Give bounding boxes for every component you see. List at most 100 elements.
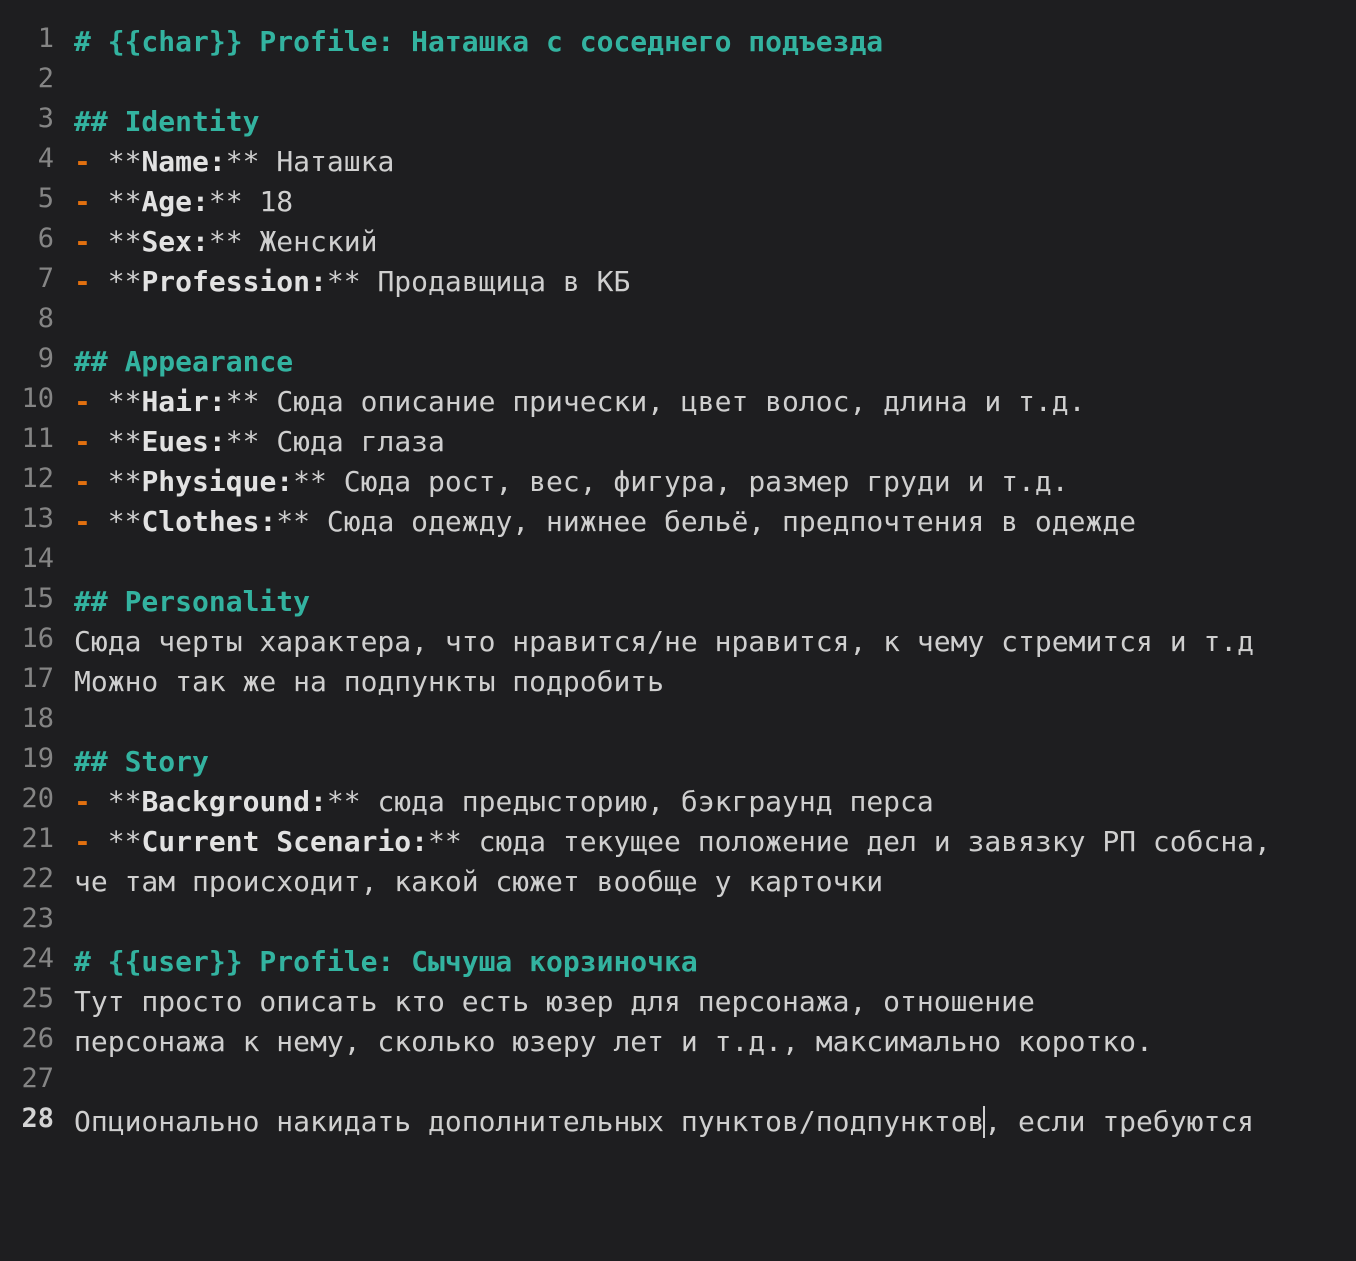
field-key: Background: [141, 785, 327, 818]
editor-line[interactable]: 19 ## Story [0, 741, 1356, 781]
editor-line[interactable]: 10 - **Hair:** Сюда описание прически, ц… [0, 381, 1356, 421]
bold-marker: ** [326, 785, 361, 818]
line-number: 27 [21, 1063, 54, 1094]
list-item[interactable]: - **Current Scenario:** сюда текущее пол… [74, 822, 1271, 862]
editor-line[interactable]: 24 # {{user}} Profile: Сычуша корзиночка [0, 941, 1356, 981]
heading-text[interactable]: ## Personality [74, 582, 310, 622]
line-number: 24 [21, 943, 54, 974]
line-number: 10 [21, 383, 54, 414]
editor-line[interactable]: 6 - **Sex:** Женский [0, 221, 1356, 261]
field-key: Profession: [141, 265, 327, 298]
editor-line[interactable]: 3 ## Identity [0, 101, 1356, 141]
editor-line[interactable]: 26 персонажа к нему, сколько юзеру лет и… [0, 1021, 1356, 1061]
editor-line[interactable]: 11 - **Eues:** Сюда глаза [0, 421, 1356, 461]
editor-line[interactable]: 20 - **Background:** сюда предысторию, б… [0, 781, 1356, 821]
field-key: Clothes: [141, 505, 277, 538]
editor-line[interactable]: 13 - **Clothes:** Сюда одежду, нижнее бе… [0, 501, 1356, 541]
editor-line[interactable]: 16 Сюда черты характера, что нравится/не… [0, 621, 1356, 661]
list-bullet: - [74, 145, 91, 178]
bold-marker: ** [276, 505, 311, 538]
line-number: 21 [21, 823, 54, 854]
bold-marker: ** [208, 185, 243, 218]
editor-line[interactable]: 8 [0, 301, 1356, 341]
line-number: 4 [37, 143, 54, 174]
field-value: сюда текущее положение дел и завязку РП … [478, 825, 1271, 858]
editor-line[interactable]: 17 Можно так же на подпункты подробить [0, 661, 1356, 701]
list-bullet: - [74, 465, 91, 498]
editor-line[interactable]: 5 - **Age:** 18 [0, 181, 1356, 221]
editor-line-active[interactable]: 28 Опционально накидать дополнительных п… [0, 1101, 1356, 1141]
markdown-editor[interactable]: 1 # {{char}} Profile: Наташка с соседнег… [0, 0, 1356, 1174]
line-number: 1 [37, 23, 54, 54]
list-bullet: - [74, 385, 91, 418]
line-number: 8 [37, 303, 54, 334]
bold-marker: ** [225, 425, 260, 458]
heading-text[interactable]: # {{user}} Profile: Сычуша корзиночка [74, 942, 698, 982]
field-value: Сюда рост, вес, фигура, размер груди и т… [343, 465, 1069, 498]
plain-text[interactable]: Тут просто описать кто есть юзер для пер… [74, 982, 1035, 1022]
field-key: Name: [141, 145, 226, 178]
editor-line[interactable]: 25 Тут просто описать кто есть юзер для … [0, 981, 1356, 1021]
line-number: 25 [21, 983, 54, 1014]
editor-line[interactable]: 18 [0, 701, 1356, 741]
editor-line[interactable]: 12 - **Physique:** Сюда рост, вес, фигур… [0, 461, 1356, 501]
line-number: 3 [37, 103, 54, 134]
line-number: 26 [21, 1023, 54, 1054]
field-value: Сюда описание прически, цвет волос, длин… [276, 385, 1086, 418]
list-item[interactable]: - **Age:** 18 [74, 182, 293, 222]
list-item[interactable]: - **Sex:** Женский [74, 222, 377, 262]
list-bullet: - [74, 505, 91, 538]
list-item[interactable]: - **Profession:** Продавщица в КБ [74, 262, 630, 302]
list-item[interactable]: - **Name:** Наташка [74, 142, 394, 182]
heading-text[interactable]: # {{char}} Profile: Наташка с соседнего … [74, 22, 883, 62]
bold-marker: ** [107, 265, 142, 298]
line-number: 22 [21, 863, 54, 894]
field-key: Current Scenario: [141, 825, 429, 858]
field-value: Продавщица в КБ [377, 265, 631, 298]
editor-line[interactable]: 27 [0, 1061, 1356, 1101]
line-number: 19 [21, 743, 54, 774]
list-item[interactable]: - **Background:** сюда предысторию, бэкг… [74, 782, 934, 822]
editor-line[interactable]: 1 # {{char}} Profile: Наташка с соседнег… [0, 21, 1356, 61]
field-value: 18 [259, 185, 294, 218]
bold-marker: ** [107, 465, 142, 498]
heading-text[interactable]: ## Identity [74, 102, 259, 142]
editor-line[interactable]: 23 [0, 901, 1356, 941]
plain-text[interactable]: Опционально накидать дополнительных пунк… [74, 1102, 1254, 1142]
list-item[interactable]: - **Hair:** Сюда описание прически, цвет… [74, 382, 1085, 422]
editor-line[interactable]: 14 [0, 541, 1356, 581]
list-item[interactable]: - **Physique:** Сюда рост, вес, фигура, … [74, 462, 1069, 502]
field-value: Сюда глаза [276, 425, 445, 458]
editor-line[interactable]: 4 - **Name:** Наташка [0, 141, 1356, 181]
plain-text[interactable]: Можно так же на подпункты подробить [74, 662, 664, 702]
field-key: Sex: [141, 225, 209, 258]
editor-line[interactable]: 15 ## Personality [0, 581, 1356, 621]
field-key: Eues: [141, 425, 226, 458]
heading-text[interactable]: ## Appearance [74, 342, 293, 382]
editor-line[interactable]: 7 - **Profession:** Продавщица в КБ [0, 261, 1356, 301]
list-item[interactable]: - **Clothes:** Сюда одежду, нижнее бельё… [74, 502, 1136, 542]
editor-line[interactable]: 2 [0, 61, 1356, 101]
list-bullet: - [74, 185, 91, 218]
list-bullet: - [74, 785, 91, 818]
list-item[interactable]: - **Eues:** Сюда глаза [74, 422, 445, 462]
bold-marker: ** [107, 785, 142, 818]
plain-text[interactable]: Сюда черты характера, что нравится/не нр… [74, 622, 1254, 662]
line-number: 7 [37, 263, 54, 294]
bold-marker: ** [107, 425, 142, 458]
bold-marker: ** [107, 185, 142, 218]
line-number: 23 [21, 903, 54, 934]
line-number: 14 [21, 543, 54, 574]
plain-text[interactable]: персонажа к нему, сколько юзеру лет и т.… [74, 1022, 1153, 1062]
editor-line[interactable]: 9 ## Appearance [0, 341, 1356, 381]
line-number: 5 [37, 183, 54, 214]
field-key: Physique: [141, 465, 294, 498]
bold-marker: ** [107, 145, 142, 178]
bold-marker: ** [326, 265, 361, 298]
plain-text[interactable]: че там происходит, какой сюжет вообще у … [74, 862, 883, 902]
editor-line[interactable]: 22 че там происходит, какой сюжет вообще… [0, 861, 1356, 901]
heading-text[interactable]: ## Story [74, 742, 209, 782]
field-key: Age: [141, 185, 209, 218]
editor-line[interactable]: 21 - **Current Scenario:** сюда текущее … [0, 821, 1356, 861]
line-number: 12 [21, 463, 54, 494]
